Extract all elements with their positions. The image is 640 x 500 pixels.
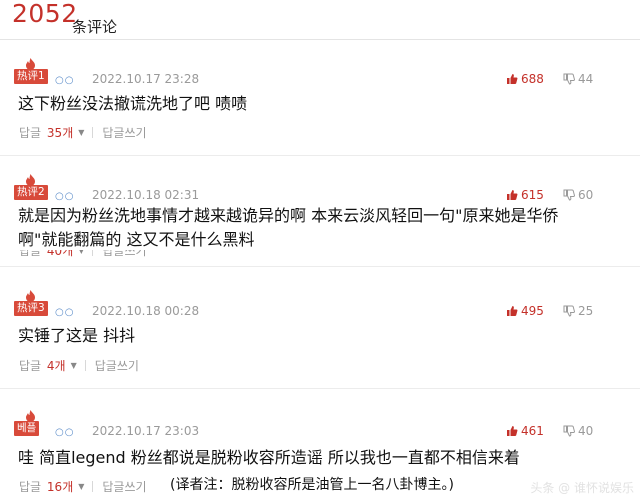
- comment-count-suffix: 条评论: [72, 18, 118, 36]
- thumbs-up-icon: [507, 426, 518, 436]
- dislike-count: 25: [578, 304, 594, 318]
- reply-toggle[interactable]: 답글 16개: [19, 478, 73, 495]
- badge-label: 热评3: [14, 301, 48, 316]
- reply-count: 4개: [46, 359, 66, 373]
- thumbs-down-icon: [563, 305, 575, 317]
- hot-badge: 热评1: [14, 58, 54, 88]
- dislike-count: 40: [578, 424, 594, 438]
- comment-date: 2022.10.17 23:28: [92, 72, 200, 86]
- comments-header: 2052 条评论: [0, 0, 640, 40]
- like-button[interactable]: 495: [506, 304, 544, 318]
- thumbs-up-icon: [507, 306, 518, 316]
- write-reply-link[interactable]: 답글쓰기: [95, 357, 139, 374]
- comment-count: 2052: [12, 0, 78, 28]
- reply-toggle[interactable]: 답글 4개: [19, 357, 66, 374]
- comment-divider: [0, 266, 640, 267]
- comment-text-line-2: 啊"就能翻篇的 这又不是什么黑料: [18, 226, 259, 250]
- write-reply-link[interactable]: 답글쓰기: [102, 478, 146, 495]
- comment-meta: 베플 ○○ 2022.10.17 23:03 461 40: [0, 410, 640, 440]
- caret-down-icon[interactable]: ▼: [71, 361, 77, 370]
- like-button[interactable]: 461: [506, 424, 544, 438]
- like-count: 461: [521, 424, 544, 438]
- thumbs-down-icon: [563, 73, 575, 85]
- comment-text-line-1: 就是因为粉丝洗地事情才越来越诡异的啊 本来云淡风轻回一句"原来她是华侨: [18, 206, 559, 225]
- comment-divider: [0, 155, 640, 156]
- caret-down-icon[interactable]: ▼: [78, 482, 84, 491]
- reply-count: 35개: [46, 126, 74, 140]
- thumbs-up-icon: [507, 190, 518, 200]
- thumbs-down-icon: [563, 189, 575, 201]
- dislike-button[interactable]: 40: [563, 424, 593, 438]
- vote-dots: ○○: [55, 427, 75, 438]
- like-button[interactable]: 615: [506, 188, 544, 202]
- like-button[interactable]: 688: [506, 72, 544, 86]
- thumbs-up-icon: [507, 74, 518, 84]
- like-count: 615: [521, 188, 544, 202]
- reply-count: 16개: [46, 480, 74, 494]
- hot-badge: 热评3: [14, 290, 54, 320]
- comment-text: 哇 简直legend 粉丝都说是脱粉收容所造谣 所以我也一直都不相信来着: [18, 448, 520, 467]
- comment-date: 2022.10.17 23:03: [92, 424, 200, 438]
- vote-dots: ○○: [55, 75, 75, 86]
- best-badge: 베플: [14, 410, 54, 440]
- comment-date: 2022.10.18 00:28: [92, 304, 200, 318]
- hot-badge: 热评2: [14, 174, 54, 204]
- comment-actions: 답글 4개 ▼ 답글쓰기: [19, 357, 139, 374]
- watermark: 头条 @ 谁怀说娱乐: [530, 481, 634, 495]
- thumbs-down-icon: [563, 425, 575, 437]
- badge-label: 베플: [14, 421, 40, 436]
- like-count: 495: [521, 304, 544, 318]
- comment-meta: 热评3 ○○ 2022.10.18 00:28 495 25: [0, 290, 640, 320]
- reply-toggle[interactable]: 답글 35개: [19, 124, 73, 141]
- vote-dots: ○○: [55, 307, 75, 318]
- dislike-button[interactable]: 60: [563, 188, 593, 202]
- vote-dots: ○○: [55, 191, 75, 202]
- comment-actions: 답글 16개 ▼ 답글쓰기: [19, 478, 147, 495]
- translator-note: (译者注：脱粉收容所是油管上一名八卦博主。): [170, 477, 454, 493]
- dislike-count: 44: [578, 72, 594, 86]
- badge-label: 热评1: [14, 69, 48, 84]
- comment-actions: 답글 35개 ▼ 답글쓰기: [19, 124, 147, 141]
- comment-date: 2022.10.18 02:31: [92, 188, 200, 202]
- header-divider: [0, 39, 640, 40]
- comment-meta: 热评2 ○○ 2022.10.18 02:31 615 60: [0, 174, 640, 204]
- dislike-button[interactable]: 44: [563, 72, 593, 86]
- badge-label: 热评2: [14, 185, 48, 200]
- caret-down-icon[interactable]: ▼: [78, 128, 84, 137]
- write-reply-link[interactable]: 답글쓰기: [102, 124, 146, 141]
- comment-text: 实锤了这是 抖抖: [18, 326, 136, 345]
- comment-meta: 热评1 ○○ 2022.10.17 23:28 688 44: [0, 58, 640, 88]
- comment-text: 这下粉丝没法撤谎洗地了吧 啧啧: [18, 94, 248, 113]
- dislike-count: 60: [578, 188, 594, 202]
- dislike-button[interactable]: 25: [563, 304, 593, 318]
- comment-divider: [0, 388, 640, 389]
- like-count: 688: [521, 72, 544, 86]
